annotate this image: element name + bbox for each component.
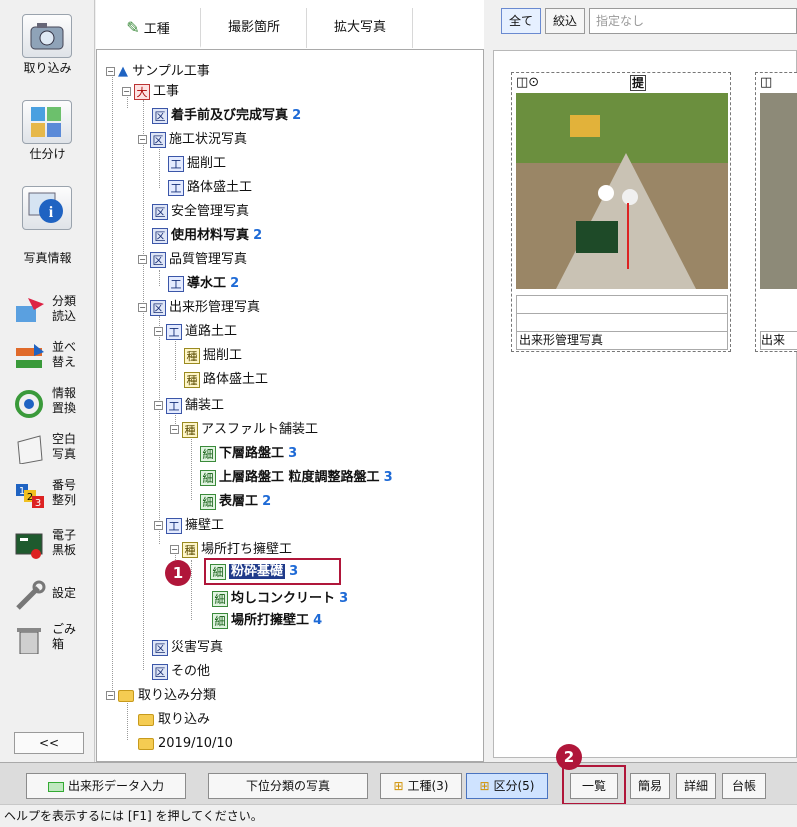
trash-button[interactable]: ごみ箱 bbox=[14, 622, 92, 656]
photo-caption: 出来形管理写真 bbox=[516, 331, 728, 350]
folder-icon bbox=[118, 689, 134, 702]
sort-grid-icon bbox=[31, 107, 61, 137]
photo-info-label: 写真情報 bbox=[23, 251, 72, 265]
sort-arrows-icon bbox=[16, 344, 44, 368]
tree-node-k7[interactable]: 区災害写真 bbox=[152, 638, 223, 658]
replace-icon bbox=[15, 390, 43, 418]
tree-tabs: ✎ 工種 撮影箇所 拡大写真 bbox=[96, 0, 484, 50]
collapse-toggle[interactable]: − bbox=[106, 67, 115, 76]
section-count-button[interactable]: ⊞ 区分(5) bbox=[466, 773, 548, 799]
tree-node-k6b1b[interactable]: 細上層路盤工 粒度調整路盤工 3 bbox=[200, 468, 393, 488]
tree-icon: ⊞ bbox=[479, 779, 490, 793]
tree-node-k6c[interactable]: − 工擁壁工 bbox=[154, 516, 224, 536]
tree-node-import-1[interactable]: 取り込み bbox=[138, 710, 210, 730]
tree-node-k5[interactable]: − 区品質管理写真 bbox=[138, 250, 247, 270]
classify-load-button[interactable]: 分類 読込 bbox=[14, 294, 92, 328]
tree-node-k6b1c[interactable]: 細表層工 2 bbox=[200, 492, 271, 512]
pencil-icon: ✎ bbox=[126, 18, 140, 37]
tree-node-dai[interactable]: − 大工事 bbox=[122, 82, 179, 102]
tree-node-k4[interactable]: 区使用材料写真 2 bbox=[152, 226, 262, 246]
simple-view-button[interactable]: 簡易 bbox=[630, 773, 670, 799]
photo-card-1[interactable]: ◫⊙ 提 出来形管理写真 bbox=[511, 72, 731, 352]
replace-info-button[interactable]: 情報 置換 bbox=[14, 386, 92, 420]
project-icon: ▲ bbox=[118, 64, 128, 79]
tree-icon: ⊞ bbox=[393, 779, 404, 793]
svg-text:3: 3 bbox=[35, 498, 41, 509]
filter-all-button[interactable]: 全て bbox=[501, 8, 541, 34]
folder-icon bbox=[138, 713, 154, 726]
tree-node-k6a1[interactable]: 種掘削工 bbox=[184, 346, 242, 366]
bottom-toolbar: 出来形データ入力 下位分類の写真 ⊞ 工種(3) ⊞ 区分(5) 一覧 簡易 詳… bbox=[0, 762, 797, 805]
filter-narrow-button[interactable]: 絞込 bbox=[545, 8, 585, 34]
left-toolbar: 取り込み 仕分け i 写真情報 分類 読込 並べ 替え 情報 置換 空白 写真 123 … bbox=[0, 0, 95, 762]
collapse-button[interactable]: << bbox=[14, 732, 84, 754]
classify-load-icon bbox=[16, 298, 44, 322]
tree-node-k6c1c[interactable]: 細場所打擁壁工 4 bbox=[212, 611, 322, 631]
number-sort-button[interactable]: 123 番号 整列 bbox=[14, 478, 92, 512]
trash-icon bbox=[17, 628, 41, 654]
sub-class-photos-button[interactable]: 下位分類の写真 bbox=[208, 773, 368, 799]
filter-select[interactable]: 指定なし bbox=[589, 8, 797, 34]
tab-shooting-location[interactable]: 撮影箇所 bbox=[202, 8, 307, 48]
blackboard-icon bbox=[15, 533, 43, 559]
photo-list-pane: 全て 絞込 指定なし ◫⊙ 提 出来形管理写真 ◫ 出来 bbox=[485, 0, 797, 762]
tree-node-k6c1[interactable]: − 種場所打ち擁壁工 bbox=[170, 540, 292, 560]
tree-node-k2a[interactable]: 工掘削工 bbox=[168, 154, 226, 174]
list-view-button[interactable]: 一覧 bbox=[570, 773, 618, 799]
photo-thumbnail bbox=[516, 93, 728, 289]
tree-node-import-2[interactable]: 2019/10/10 bbox=[138, 734, 233, 754]
callout-1: 1 bbox=[165, 560, 191, 586]
tree-node-k2b[interactable]: 工路体盛土工 bbox=[168, 178, 252, 198]
callout-2: 2 bbox=[556, 744, 582, 770]
work-type-count-button[interactable]: ⊞ 工種(3) bbox=[380, 773, 462, 799]
submitted-badge: 提 bbox=[630, 75, 647, 91]
camera-status-icons: ◫⊙ bbox=[516, 75, 540, 90]
photo-info-button[interactable]: i bbox=[22, 186, 72, 230]
blank-photo-icon bbox=[17, 435, 43, 464]
tree-node-k6a[interactable]: − 工道路土工 bbox=[154, 322, 237, 342]
tree-node-k3[interactable]: 区安全管理写真 bbox=[152, 202, 249, 222]
ledger-view-button[interactable]: 台帳 bbox=[722, 773, 766, 799]
tab-work-type[interactable]: ✎ 工種 bbox=[96, 8, 201, 48]
tree-node-k6b[interactable]: − 工舗装工 bbox=[154, 396, 224, 416]
tree-node-k5a[interactable]: 工導水工 2 bbox=[168, 274, 239, 294]
info-icon: i bbox=[28, 192, 63, 223]
blank-photo-button[interactable]: 空白 写真 bbox=[14, 432, 92, 466]
tree-node-project[interactable]: − ▲ サンプル工事 bbox=[106, 62, 210, 82]
tree-node-k6b1a[interactable]: 細下層路盤工 3 bbox=[200, 444, 297, 464]
reorder-button[interactable]: 並べ 替え bbox=[14, 340, 92, 374]
tree-node-k6a2[interactable]: 種路体盛土工 bbox=[184, 370, 268, 390]
number-sort-icon: 123 bbox=[16, 484, 44, 509]
settings-button[interactable]: 設定 bbox=[14, 578, 92, 612]
status-bar: ヘルプを表示するには [F1] を押してください。 bbox=[0, 804, 797, 826]
camera-icon bbox=[30, 23, 64, 50]
tree-node-k6[interactable]: − 区出来形管理写真 bbox=[138, 298, 260, 318]
tree-node-k6c1b[interactable]: 細均しコンクリート 3 bbox=[212, 589, 348, 609]
tree-node-k6c1a-selected[interactable]: 細粉砕基礎 3 bbox=[210, 562, 298, 582]
detail-view-button[interactable]: 詳細 bbox=[676, 773, 716, 799]
output-data-button[interactable]: 出来形データ入力 bbox=[26, 773, 186, 799]
tab-zoom-photo[interactable]: 拡大写真 bbox=[308, 8, 413, 48]
import-button[interactable] bbox=[22, 14, 72, 58]
photo-thumbnail bbox=[760, 93, 797, 289]
photo-card-2[interactable]: ◫ 出来 bbox=[755, 72, 797, 352]
sort-button[interactable] bbox=[22, 100, 72, 144]
sort-label: 仕分け bbox=[29, 147, 66, 161]
tree-node-k6b1[interactable]: − 種アスファルト舗装工 bbox=[170, 420, 318, 440]
photo-caption: 出来 bbox=[760, 331, 797, 350]
tree-node-import[interactable]: − 取り込み分類 bbox=[106, 686, 216, 706]
blackboard-button[interactable]: 電子 黒板 bbox=[14, 528, 92, 562]
svg-text:i: i bbox=[49, 204, 54, 221]
data-input-icon bbox=[47, 781, 64, 792]
folder-icon bbox=[138, 737, 154, 750]
tree-node-k2[interactable]: − 区施工状況写真 bbox=[138, 130, 247, 150]
wrench-icon bbox=[16, 580, 46, 610]
tree-node-k8[interactable]: 区その他 bbox=[152, 662, 210, 682]
import-label: 取り込み bbox=[23, 61, 72, 75]
tree-node-k1[interactable]: 区着手前及び完成写真 2 bbox=[152, 106, 301, 126]
